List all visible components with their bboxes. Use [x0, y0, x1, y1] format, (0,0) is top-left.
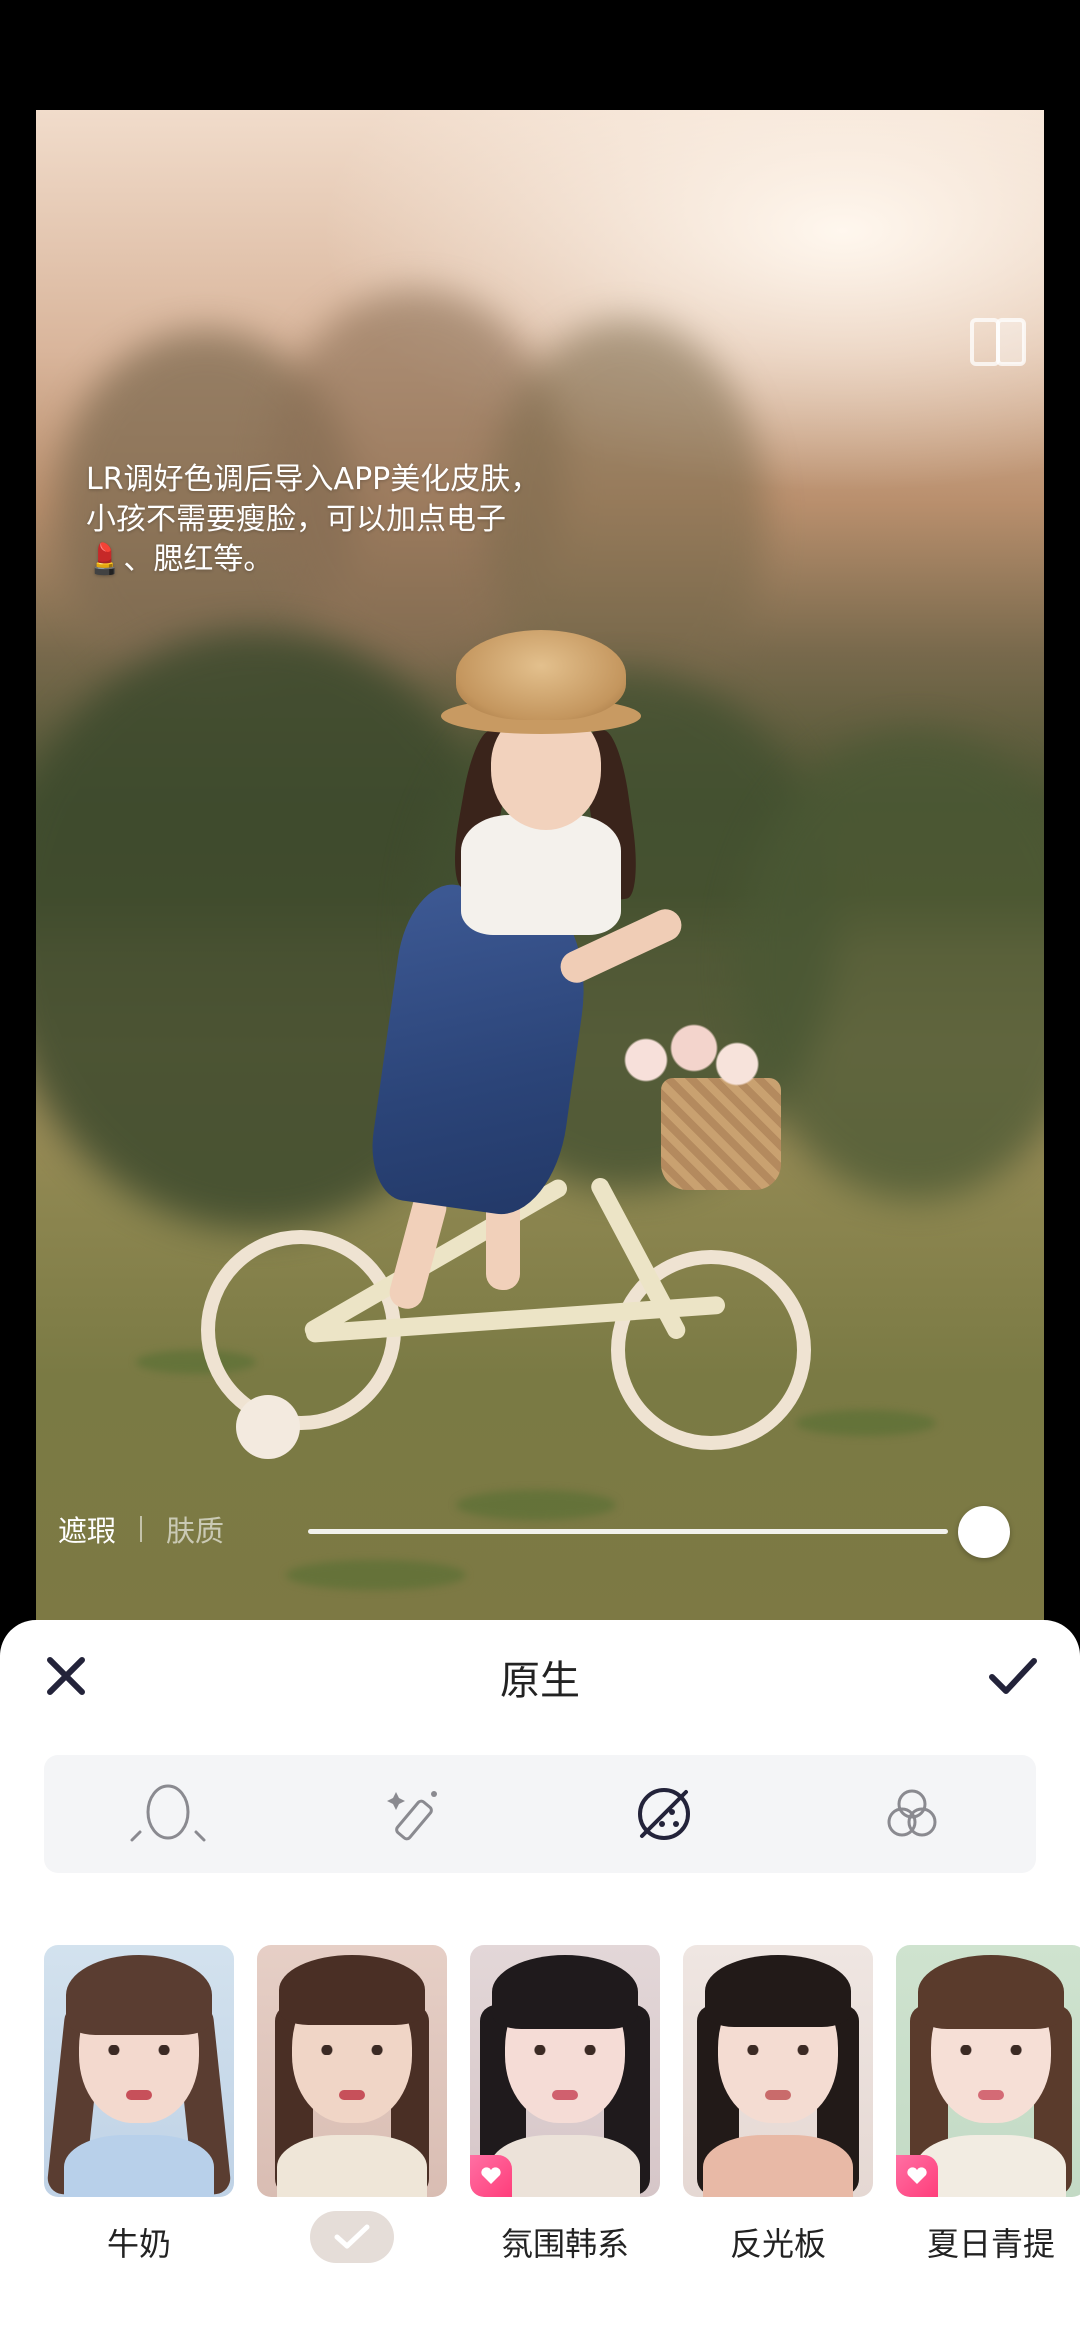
style-label: 氛围韩系: [500, 2225, 629, 2263]
mode-concealer-tab[interactable]: 遮瑕: [58, 1508, 116, 1550]
intensity-slider-track[interactable]: [308, 1529, 948, 1534]
face-outline-icon: [130, 1784, 206, 1842]
style-label: 牛奶: [106, 2225, 171, 2263]
bottom-panel: 原生 牛奶 氛围韩系 反光板 夏日青提: [0, 1620, 1080, 2331]
style-item-korean[interactable]: 氛围韩系: [470, 1945, 660, 2265]
confirm-button[interactable]: [985, 1650, 1041, 1702]
heart-icon: [481, 2167, 501, 2184]
style-item-summer-grape[interactable]: 夏日青提: [896, 1945, 1080, 2265]
mode-switch[interactable]: 遮瑕 肤质: [58, 1508, 224, 1550]
style-label: 反光板: [729, 2225, 826, 2263]
vip-badge: [470, 2155, 512, 2197]
photo-preview[interactable]: LR调好色调后导入APP美化皮肤， 小孩不需要瘦脸，可以加点电子 💄、腮红等。 …: [36, 110, 1044, 1620]
selected-indicator: [310, 2211, 394, 2263]
checkmark-icon: [334, 2224, 370, 2249]
style-thumbnail: [44, 1945, 234, 2197]
style-item-reflector[interactable]: 反光板: [683, 1945, 873, 2265]
style-item-milk[interactable]: 牛奶: [44, 1945, 234, 2265]
tool-color-tab[interactable]: [788, 1755, 1036, 1873]
style-thumbnail: [257, 1945, 447, 2197]
style-thumbnail: [896, 1945, 1080, 2197]
photo-caption: LR调好色调后导入APP美化皮肤， 小孩不需要瘦脸，可以加点电子 💄、腮红等。: [86, 462, 541, 577]
style-presets: 牛奶 氛围韩系 反光板 夏日青提: [44, 1945, 1080, 2305]
checkmark-icon: [989, 1658, 1037, 1694]
straw-hat: [456, 630, 626, 720]
style-thumbnail: [470, 1945, 660, 2197]
tool-face-tab[interactable]: [44, 1755, 292, 1873]
intensity-slider-knob[interactable]: [958, 1506, 1010, 1558]
mode-skin-texture-tab[interactable]: 肤质: [166, 1508, 224, 1550]
magic-wand-icon: [387, 1791, 437, 1841]
mode-divider: [140, 1516, 143, 1542]
compare-icon[interactable]: [966, 310, 1030, 374]
skin-texture-icon: [638, 1788, 690, 1840]
tool-skin-tab[interactable]: [540, 1755, 788, 1873]
panel-title: 原生: [500, 1658, 580, 1704]
color-circles-icon: [887, 1789, 937, 1837]
flowers: [606, 1020, 766, 1100]
heart-icon: [907, 2167, 927, 2184]
style-label: 夏日青提: [926, 2225, 1055, 2263]
training-wheel: [236, 1395, 300, 1459]
tool-tabs: [44, 1755, 1036, 1873]
tool-magic-tab[interactable]: [292, 1755, 540, 1873]
style-item-original[interactable]: [257, 1945, 447, 2263]
style-thumbnail: [683, 1945, 873, 2197]
vip-badge: [896, 2155, 938, 2197]
